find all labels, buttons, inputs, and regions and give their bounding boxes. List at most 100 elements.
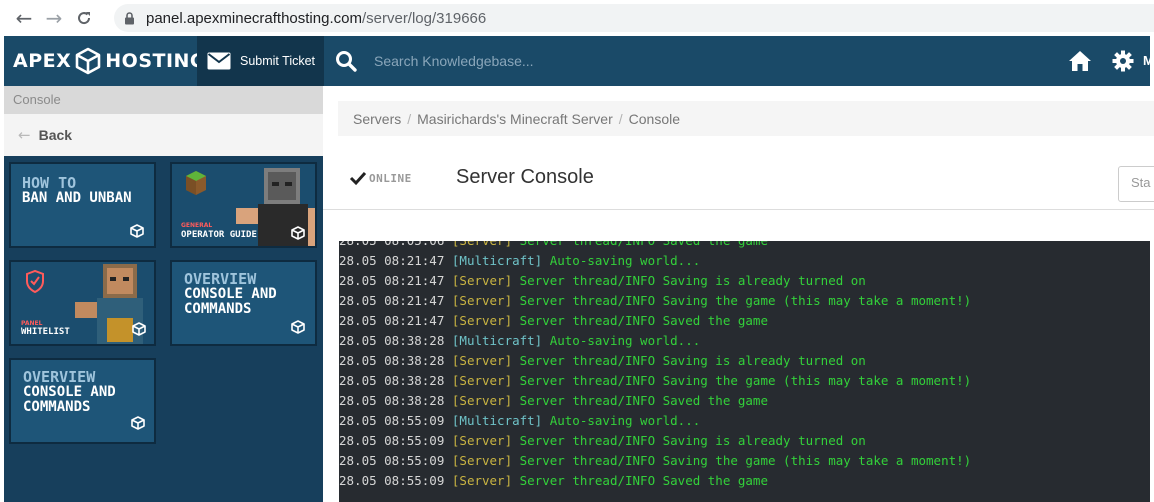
user-menu[interactable]: M — [1143, 53, 1154, 68]
cube-logo-icon — [75, 47, 101, 75]
top-navbar: APEX HOSTING Submit Ticket M — [4, 36, 1154, 86]
console-source-tag: [Server] — [451, 373, 513, 388]
sidebar-heading: Console — [4, 86, 323, 114]
card-subtitle: BAN AND UNBAN — [22, 190, 132, 206]
console-source-tag: [Multicraft] — [451, 333, 543, 348]
console-message: Server thread/INFO Saving the game (this… — [519, 453, 972, 468]
console-line: 28.05 08:55:09 [Multicraft] Auto-saving … — [339, 411, 1150, 431]
header-divider — [323, 209, 1154, 210]
address-bar[interactable]: panel.apexminecrafthosting.com/server/lo… — [114, 4, 1154, 32]
console-message: Server thread/INFO Saving is already tur… — [519, 353, 866, 368]
console-line: 28.05 08:21:47 [Multicraft] Auto-saving … — [339, 251, 1150, 271]
console-line: 28.05 08:21:47 [Server] Server thread/IN… — [339, 311, 1150, 331]
console-timestamp: 28.05 08:38:28 — [339, 373, 445, 388]
console-message: Server thread/INFO Saved the game — [520, 241, 768, 248]
console-line: 28.05 08:55:09 [Server] Server thread/IN… — [339, 431, 1150, 451]
card-title: WHITELIST — [21, 327, 70, 337]
card-title: OPERATOR GUIDE — [181, 230, 257, 240]
breadcrumb-separator: / — [618, 110, 623, 127]
cube-icon — [130, 224, 144, 238]
app-root: ← → panel.apexminecrafthosting.com/serve… — [0, 0, 1154, 502]
console-line: 28.05 08:55:09 [Server] Server thread/IN… — [339, 451, 1150, 471]
console-log[interactable]: 28.05 08:05:06 [Server] Server thread/IN… — [339, 241, 1150, 502]
guide-card-ban-unban[interactable]: HOW TO BAN AND UNBAN — [9, 162, 156, 248]
console-source-tag: [Server] — [451, 393, 513, 408]
reload-icon[interactable] — [70, 4, 98, 32]
console-source-tag: [Server] — [451, 313, 513, 328]
console-message: Server thread/INFO Saving the game (this… — [519, 373, 972, 388]
console-message: Auto-saving world... — [549, 253, 701, 268]
home-icon[interactable] — [1068, 50, 1092, 72]
apex-hosting-logo[interactable]: APEX HOSTING — [4, 36, 206, 86]
console-timestamp: 28.05 08:55:09 — [339, 453, 445, 468]
breadcrumb-server-name[interactable]: Masirichards's Minecraft Server — [417, 111, 613, 127]
console-line: 28.05 08:21:47 [Server] Server thread/IN… — [339, 271, 1150, 291]
console-timestamp: 28.05 08:21:47 — [339, 253, 445, 268]
cube-icon — [291, 226, 305, 240]
submit-ticket-label: Submit Ticket — [240, 54, 316, 68]
forward-arrow-icon[interactable]: → — [40, 4, 68, 32]
console-source-tag: [Server] — [451, 433, 513, 448]
console-message: Server thread/INFO Saved the game — [519, 313, 768, 328]
console-message: Auto-saving world... — [549, 333, 701, 348]
checkmark-icon — [349, 170, 367, 186]
breadcrumb-separator: / — [407, 110, 412, 127]
console-message: Server thread/INFO Saving is already tur… — [519, 433, 866, 448]
logo-word-left: APEX — [13, 50, 72, 72]
console-line: 28.05 08:55:09 [Server] Server thread/IN… — [339, 471, 1150, 491]
card-subtitle: CONSOLE AND — [23, 384, 116, 400]
breadcrumb-servers[interactable]: Servers — [353, 111, 401, 127]
card-subtitle: COMMANDS — [184, 301, 252, 317]
console-source-tag: [Server] — [451, 293, 513, 308]
console-timestamp: 28.05 08:38:28 — [339, 353, 445, 368]
card-title: HOW TO — [22, 174, 77, 192]
browser-toolbar: ← → panel.apexminecrafthosting.com/serve… — [0, 0, 1154, 36]
lock-icon — [122, 11, 136, 25]
console-timestamp: 28.05 08:21:47 — [339, 273, 445, 288]
console-source-tag: [Server] — [451, 353, 513, 368]
logo-word-right: HOSTING — [105, 50, 207, 72]
guide-card-operator[interactable]: GENERAL OPERATOR GUIDE — [170, 162, 317, 248]
card-subtitle: CONSOLE AND — [184, 286, 277, 302]
breadcrumb: Servers / Masirichards's Minecraft Serve… — [338, 101, 1154, 136]
guide-card-console-commands-2[interactable]: OVERVIEW CONSOLE AND COMMANDS — [9, 358, 156, 444]
back-link[interactable]: ← Back — [4, 114, 323, 156]
console-timestamp: 28.05 08:21:47 — [339, 313, 445, 328]
console-message: Server thread/INFO Saved the game — [519, 473, 768, 488]
console-timestamp: 28.05 08:55:09 — [339, 413, 445, 428]
console-line: 28.05 08:21:47 [Server] Server thread/IN… — [339, 291, 1150, 311]
gear-icon[interactable] — [1112, 50, 1134, 72]
console-source-tag: [Server] — [451, 453, 513, 468]
guide-card-console-commands[interactable]: OVERVIEW CONSOLE AND COMMANDS — [170, 260, 317, 346]
console-line: 28.05 08:38:28 [Server] Server thread/IN… — [339, 391, 1150, 411]
console-line: 28.05 08:38:28 [Server] Server thread/IN… — [339, 371, 1150, 391]
search-icon[interactable] — [334, 49, 358, 73]
console-timestamp: 28.05 08:21:47 — [339, 293, 445, 308]
envelope-icon — [207, 52, 231, 70]
console-source-tag: [Multicraft] — [451, 253, 543, 268]
console-source-tag: [Server] — [452, 241, 512, 248]
back-arrow-icon[interactable]: ← — [10, 4, 38, 32]
console-message: Server thread/INFO Saving is already tur… — [519, 273, 866, 288]
console-lines: 28.05 08:05:06 [Server] Server thread/IN… — [339, 241, 1150, 491]
url-host: panel.apexminecrafthosting.com — [146, 9, 362, 27]
cube-icon — [131, 416, 145, 430]
cube-icon — [291, 320, 305, 334]
console-line: 28.05 08:38:28 [Multicraft] Auto-saving … — [339, 331, 1150, 351]
guide-card-whitelist[interactable]: PANEL WHITELIST — [9, 260, 156, 346]
console-message: Server thread/INFO Saving the game (this… — [519, 293, 972, 308]
breadcrumb-console: Console — [628, 110, 681, 127]
search-input[interactable] — [374, 48, 794, 74]
card-category: PANEL — [21, 320, 43, 327]
cube-icon — [132, 322, 146, 336]
console-timestamp: 28.05 08:38:28 — [339, 393, 445, 408]
console-source-tag: [Server] — [451, 273, 513, 288]
submit-ticket-button[interactable]: Submit Ticket — [197, 36, 324, 86]
console-line: 28.05 08:38:28 [Server] Server thread/IN… — [339, 351, 1150, 371]
back-arrow-icon: ← — [18, 126, 31, 144]
console-source-tag: [Server] — [451, 473, 513, 488]
card-category: GENERAL — [181, 222, 213, 229]
start-button[interactable]: Sta — [1118, 166, 1154, 202]
card-subtitle: COMMANDS — [23, 399, 91, 415]
url-path: /server/log/319666 — [361, 9, 487, 27]
